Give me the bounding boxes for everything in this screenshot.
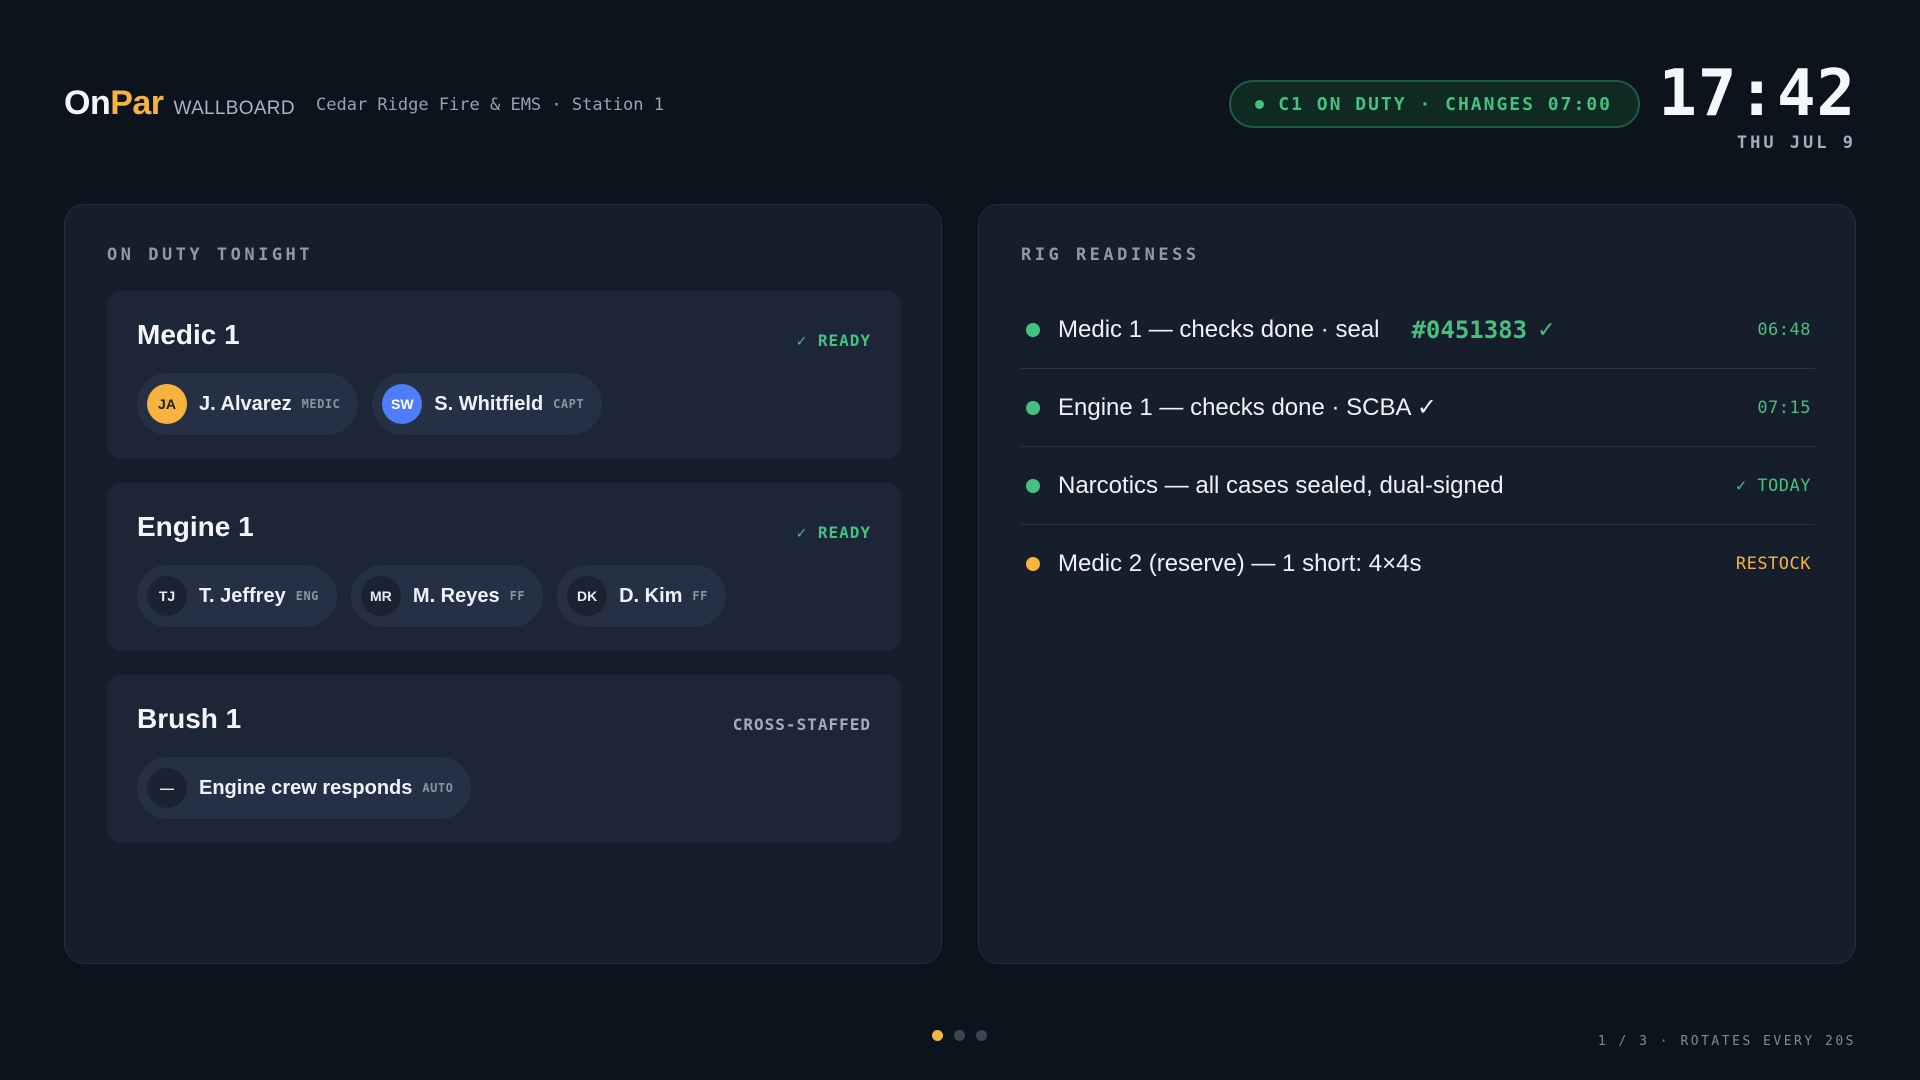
header: On Par WALLBOARD Cedar Ridge Fire & EMS ·…	[64, 57, 1856, 170]
page-dot	[954, 1030, 965, 1041]
status-dot-icon	[1026, 478, 1040, 493]
item-meta: 07:15	[1757, 397, 1811, 418]
unit-status: ✓ READY	[796, 523, 871, 542]
brand-par: Par	[110, 84, 164, 122]
item-meta: ✓ TODAY	[1735, 475, 1811, 496]
status-dot-icon	[1026, 322, 1040, 337]
seal-number: #0451383	[1411, 315, 1528, 344]
item-meta: 06:48	[1757, 319, 1811, 340]
status-dot-icon	[1255, 99, 1265, 109]
unit-card-medic-1: Medic 1 ✓ READY JA J. Alvarez MEDIC SW S…	[107, 291, 901, 459]
clock: 17:42	[1658, 57, 1856, 131]
crew-chip: SW S. Whitfield CAPT	[372, 373, 603, 435]
status-dot-icon	[1026, 557, 1040, 571]
on-duty-panel: ON DUTY TONIGHT Medic 1 ✓ READY JA J. Al…	[64, 204, 942, 964]
item-meta: RESTOCK	[1735, 554, 1811, 574]
rotation-info: 1 / 3 · ROTATES EVERY 20S	[1597, 1034, 1856, 1049]
unit-status: ✓ READY	[796, 331, 871, 350]
page-indicator	[932, 1030, 987, 1041]
crew-chip: TJ T. Jeffrey ENG	[137, 565, 337, 627]
list-item: Medic 1 — checks done · seal #0451383 ✓ …	[1021, 291, 1815, 369]
crew-chip: DK D. Kim FF	[557, 565, 726, 627]
item-text: Narcotics — all cases sealed, dual-signe…	[1058, 471, 1504, 499]
crew-role: FF	[509, 589, 526, 603]
crew-role: ENG	[295, 589, 319, 603]
crew-role: MEDIC	[301, 397, 341, 411]
dash-icon: —	[147, 768, 187, 808]
list-item: Medic 2 (reserve) — 1 short: 4×4s RESTOC…	[1021, 525, 1815, 603]
brand-suffix: WALLBOARD	[173, 98, 295, 119]
rig-readiness-panel: RIG READINESS Medic 1 — checks done · se…	[978, 204, 1856, 964]
unit-name: Engine 1	[137, 511, 254, 542]
crew-name: J. Alvarez	[199, 392, 292, 415]
page-dot	[976, 1030, 987, 1041]
crew-list: — Engine crew responds AUTO	[137, 757, 472, 819]
item-text: Engine 1 — checks done · SCBA ✓	[1058, 394, 1437, 421]
crew-name: M. Reyes	[412, 584, 500, 607]
avatar: JA	[147, 384, 187, 424]
unit-name: Medic 1	[137, 319, 240, 350]
crew-list: JA J. Alvarez MEDIC SW S. Whitfield CAPT	[137, 373, 603, 435]
unit-name: Brush 1	[137, 703, 242, 734]
crew-chip: MR M. Reyes FF	[350, 565, 544, 627]
list-item: Engine 1 — checks done · SCBA ✓ 07:15	[1021, 369, 1815, 447]
avatar: MR	[360, 576, 401, 616]
crew-role: CAPT	[553, 397, 585, 411]
item-text: Medic 1 — checks done · seal	[1058, 315, 1380, 343]
date: THU JUL 9	[1736, 133, 1856, 153]
item-text: Medic 2 (reserve) — 1 short: 4×4s	[1058, 550, 1422, 577]
crew-list: TJ T. Jeffrey ENG MR M. Reyes FF DK D. K…	[137, 565, 726, 627]
unit-card-brush-1: Brush 1 CROSS-STAFFED — Engine crew resp…	[107, 675, 901, 843]
crew-name: Engine crew responds	[199, 776, 413, 799]
unit-status: CROSS-STAFFED	[732, 715, 871, 734]
readiness-list: Medic 1 — checks done · seal #0451383 ✓ …	[1021, 291, 1815, 603]
crew-role: FF	[692, 589, 708, 603]
unit-card-engine-1: Engine 1 ✓ READY TJ T. Jeffrey ENG MR M.…	[107, 483, 901, 651]
avatar: SW	[382, 384, 423, 424]
page-dot	[932, 1030, 943, 1041]
crew-name: D. Kim	[619, 584, 683, 607]
brand-on: On	[64, 84, 111, 122]
station-name: Cedar Ridge Fire & EMS · Station 1	[316, 95, 664, 115]
avatar: TJ	[147, 576, 187, 616]
crew-name: T. Jeffrey	[199, 584, 286, 607]
panel-title: ON DUTY TONIGHT	[107, 245, 314, 265]
check-icon: ✓	[1537, 316, 1556, 342]
avatar: DK	[567, 576, 608, 616]
duty-status-text: C1 ON DUTY · CHANGES 07:00	[1278, 93, 1612, 115]
list-item: Narcotics — all cases sealed, dual-signe…	[1021, 447, 1815, 525]
crew-name: S. Whitfield	[434, 392, 544, 415]
panel-title: RIG READINESS	[1021, 245, 1200, 265]
crew-chip: JA J. Alvarez MEDIC	[137, 373, 359, 435]
duty-status-badge: C1 ON DUTY · CHANGES 07:00	[1229, 80, 1640, 128]
brand-logo: On Par WALLBOARD	[64, 84, 295, 123]
status-dot-icon	[1026, 400, 1040, 415]
crew-chip: — Engine crew responds AUTO	[137, 757, 472, 819]
crew-role: AUTO	[422, 781, 454, 795]
